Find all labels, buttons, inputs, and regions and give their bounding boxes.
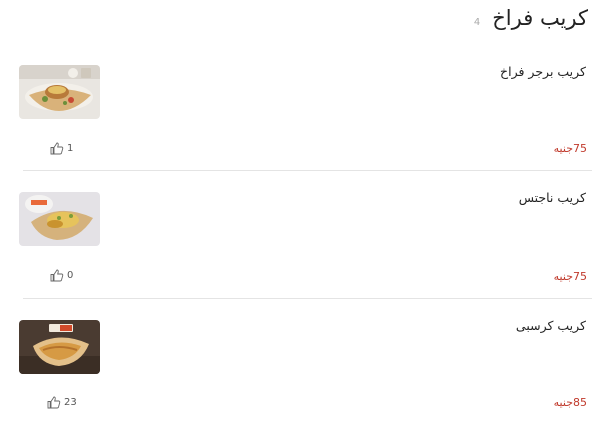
item-divider: [23, 170, 592, 171]
menu-item-price: 75جنيه: [553, 270, 587, 283]
like-count: 1: [67, 143, 74, 154]
category-title: كريب فراخ: [492, 6, 588, 30]
menu-item-image[interactable]: [19, 192, 100, 246]
like-count: 0: [67, 270, 74, 281]
menu-item-image[interactable]: [19, 320, 100, 374]
like-button[interactable]: 23: [47, 396, 77, 409]
like-button[interactable]: 1: [50, 142, 73, 155]
thumbs-up-icon: [47, 396, 61, 409]
menu-item[interactable]: كريب برجر فراخ 75جنيه 1: [0, 64, 600, 192]
menu-item[interactable]: كريب كرسبى 85جنيه 23: [0, 318, 600, 446]
item-divider: [23, 298, 592, 299]
like-count: 23: [64, 397, 77, 408]
category-header: كريب فراخ 4: [474, 6, 588, 30]
like-button[interactable]: 0: [50, 269, 73, 282]
menu-item-name[interactable]: كريب ناجتس: [519, 190, 586, 205]
thumbs-up-icon: [50, 142, 64, 155]
menu-item-price: 85جنيه: [553, 396, 587, 409]
menu-item-name[interactable]: كريب كرسبى: [516, 318, 586, 333]
category-item-count: 4: [473, 17, 481, 28]
menu-item-image[interactable]: [19, 65, 100, 119]
menu-item-name[interactable]: كريب برجر فراخ: [500, 64, 586, 79]
menu-item-price: 75جنيه: [553, 142, 587, 155]
thumbs-up-icon: [50, 269, 64, 282]
